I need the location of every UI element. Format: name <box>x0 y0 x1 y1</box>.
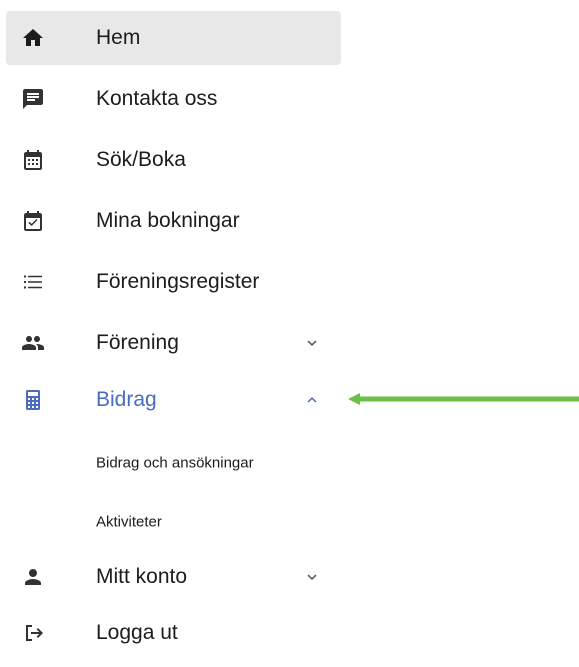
menu-item-mina-bokningar[interactable]: Mina bokningar <box>6 194 341 248</box>
submenu-item-label: Aktiviteter <box>96 513 162 531</box>
menu-item-label: Kontakta oss <box>96 87 218 110</box>
menu-item-label: Hem <box>96 26 141 49</box>
chevron-down-icon[interactable] <box>303 568 321 586</box>
submenu-item-aktiviteter[interactable]: Aktiviteter <box>6 499 341 545</box>
chevron-up-icon[interactable] <box>303 391 321 409</box>
logout-icon <box>20 620 46 646</box>
chat-icon <box>20 86 46 112</box>
chevron-down-icon[interactable] <box>303 334 321 352</box>
submenu-item-bidrag-och-ansokningar[interactable]: Bidrag och ansökningar <box>6 440 341 486</box>
menu-item-logga-ut[interactable]: Logga ut <box>6 606 341 660</box>
group-icon <box>20 330 46 356</box>
home-icon <box>20 25 46 51</box>
calendar-icon <box>20 147 46 173</box>
menu-item-label: Föreningsregister <box>96 270 260 293</box>
person-icon <box>20 564 46 590</box>
menu-item-kontakta-oss[interactable]: Kontakta oss <box>6 72 341 126</box>
menu-item-hem[interactable]: Hem <box>6 11 341 65</box>
calculator-icon <box>20 387 46 413</box>
menu-item-label: Mitt konto <box>96 565 188 588</box>
calendar-check-icon <box>20 208 46 234</box>
menu-item-label: Sök/Boka <box>96 148 186 171</box>
menu-item-label: Logga ut <box>96 621 178 644</box>
menu-item-forening[interactable]: Förening <box>6 316 341 370</box>
annotation-arrow <box>348 393 579 405</box>
menu-item-mitt-konto[interactable]: Mitt konto <box>6 550 341 604</box>
side-menu: Hem Kontakta oss Sök/Boka Mina bokningar <box>0 0 579 667</box>
list-icon <box>20 269 46 295</box>
menu-item-bidrag[interactable]: Bidrag <box>6 373 341 427</box>
menu-item-label: Förening <box>96 331 179 354</box>
menu-item-foreningsregister[interactable]: Föreningsregister <box>6 255 341 309</box>
submenu-item-label: Bidrag och ansökningar <box>96 454 254 472</box>
menu-item-label: Mina bokningar <box>96 209 240 232</box>
menu-item-sok-boka[interactable]: Sök/Boka <box>6 133 341 187</box>
menu-item-label: Bidrag <box>96 388 157 411</box>
